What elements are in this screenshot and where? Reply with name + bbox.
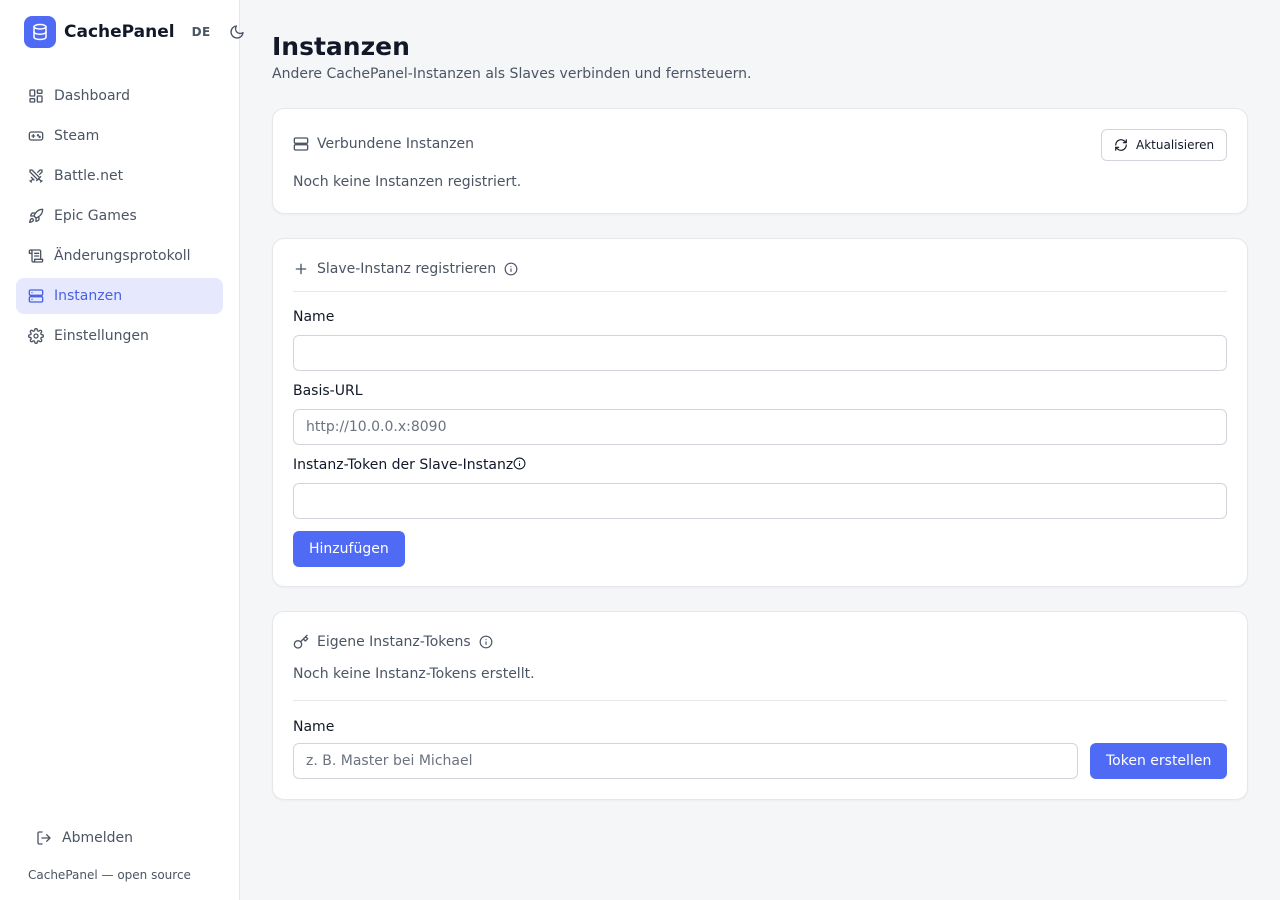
card-title: Verbundene Instanzen bbox=[317, 136, 475, 152]
sidebar-footer: CachePanel — open source bbox=[28, 868, 191, 882]
language-toggle[interactable]: DE bbox=[192, 25, 211, 39]
sidebar-item-label: Dashboard bbox=[54, 88, 130, 104]
refresh-button[interactable]: Aktualisieren bbox=[1101, 129, 1228, 161]
plus-icon bbox=[293, 261, 309, 277]
empty-instances-text: Noch keine Instanzen registriert. bbox=[293, 174, 522, 190]
sidebar-item-dashboard[interactable]: Dashboard bbox=[16, 78, 223, 114]
token-name-label: Name bbox=[293, 719, 335, 735]
server-icon bbox=[293, 136, 309, 152]
card-header: Slave-Instanz registrieren bbox=[293, 261, 518, 277]
app-name: CachePanel bbox=[64, 22, 175, 42]
gamepad-icon bbox=[28, 128, 44, 144]
sidebar-item-instances[interactable]: Instanzen bbox=[16, 278, 223, 314]
card-title: Eigene Instanz-Tokens bbox=[317, 634, 471, 650]
sidebar-item-steam[interactable]: Steam bbox=[16, 118, 223, 154]
rocket-icon bbox=[28, 208, 44, 224]
sidebar-item-battlenet[interactable]: Battle.net bbox=[16, 158, 223, 194]
info-icon[interactable] bbox=[513, 457, 526, 470]
database-logo-icon bbox=[24, 16, 56, 48]
swords-icon bbox=[28, 168, 44, 184]
gear-icon bbox=[28, 328, 44, 344]
empty-tokens-text: Noch keine Instanz-Tokens erstellt. bbox=[293, 666, 535, 682]
sidebar-item-epic-games[interactable]: Epic Games bbox=[16, 198, 223, 234]
register-slave-card: Slave-Instanz registrieren Name Basis-UR… bbox=[272, 238, 1248, 587]
base-url-input[interactable] bbox=[293, 409, 1227, 445]
logout-button[interactable]: Abmelden bbox=[24, 824, 141, 852]
connected-instances-card: Verbundene Instanzen Aktualisieren Noch … bbox=[272, 108, 1248, 214]
brand: CachePanel DE bbox=[24, 16, 245, 48]
sidebar-item-label: Instanzen bbox=[54, 288, 123, 304]
slave-token-input[interactable] bbox=[293, 483, 1227, 519]
sidebar-item-label: Battle.net bbox=[54, 168, 124, 184]
page-subtitle: Andere CachePanel-Instanzen als Slaves v… bbox=[272, 66, 752, 82]
sidebar-item-label: Einstellungen bbox=[54, 328, 149, 344]
scroll-icon bbox=[28, 248, 44, 264]
card-header: Verbundene Instanzen bbox=[293, 136, 474, 152]
refresh-icon bbox=[1114, 138, 1128, 152]
token-name-input[interactable] bbox=[293, 743, 1078, 779]
dashboard-icon bbox=[28, 88, 44, 104]
sidebar-item-settings[interactable]: Einstellungen bbox=[16, 318, 223, 354]
card-header: Eigene Instanz-Tokens bbox=[293, 634, 493, 650]
page-title: Instanzen bbox=[272, 32, 410, 61]
create-token-button[interactable]: Token erstellen bbox=[1090, 743, 1228, 779]
logout-icon bbox=[36, 830, 52, 846]
logout-label: Abmelden bbox=[62, 830, 133, 846]
server-icon bbox=[28, 288, 44, 304]
token-label-row: Instanz-Token der Slave-Instanz bbox=[293, 457, 526, 473]
moon-icon[interactable] bbox=[229, 24, 245, 40]
sidebar-item-changelog[interactable]: Änderungsprotokoll bbox=[16, 238, 223, 274]
info-icon[interactable] bbox=[504, 262, 518, 276]
name-label: Name bbox=[293, 309, 335, 325]
divider bbox=[293, 291, 1227, 292]
sidebar-item-label: Steam bbox=[54, 128, 100, 144]
add-button[interactable]: Hinzufügen bbox=[293, 531, 405, 567]
sidebar-item-label: Epic Games bbox=[54, 208, 137, 224]
own-tokens-card: Eigene Instanz-Tokens Noch keine Instanz… bbox=[272, 611, 1248, 800]
info-icon[interactable] bbox=[479, 635, 493, 649]
sidebar: CachePanel DE Dashboard Steam Battle.net… bbox=[0, 0, 244, 900]
divider bbox=[293, 700, 1227, 701]
slave-name-input[interactable] bbox=[293, 335, 1227, 371]
sidebar-nav: Dashboard Steam Battle.net Epic Games Än… bbox=[16, 78, 223, 358]
refresh-label: Aktualisieren bbox=[1136, 138, 1215, 152]
token-label: Instanz-Token der Slave-Instanz bbox=[293, 457, 514, 473]
sidebar-item-label: Änderungsprotokoll bbox=[54, 248, 191, 264]
key-icon bbox=[293, 634, 309, 650]
base-url-label: Basis-URL bbox=[293, 383, 363, 399]
card-title: Slave-Instanz registrieren bbox=[317, 261, 497, 277]
